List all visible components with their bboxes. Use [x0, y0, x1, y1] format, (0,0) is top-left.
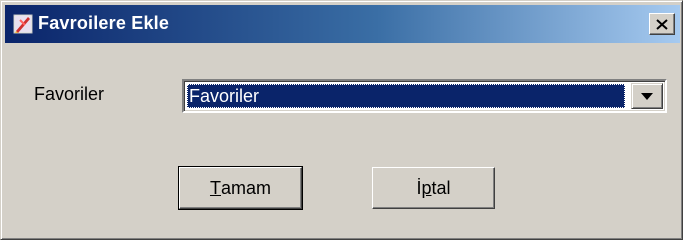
dropdown-arrow-button[interactable] — [631, 83, 663, 109]
ok-button-mnemonic: T — [209, 177, 221, 198]
dropdown-arrow-icon — [641, 87, 653, 105]
ok-button[interactable]: Tamam — [178, 166, 303, 210]
title-bar[interactable]: Favroilere Ekle — [5, 5, 680, 43]
cancel-button-mnemonic: p — [421, 177, 432, 198]
favorites-label: Favoriler — [34, 84, 105, 104]
favorites-dropdown-value[interactable]: Favoriler — [187, 84, 625, 108]
favorites-dropdown[interactable]: Favoriler — [182, 79, 667, 113]
dialog-window: Favroilere Ekle Favoriler Favoriler Tama… — [0, 0, 683, 240]
cancel-button[interactable]: İp tal — [372, 167, 495, 209]
cancel-button-label: tal — [431, 177, 451, 198]
favorites-app-icon — [13, 14, 33, 34]
window-title: Favroilere Ekle — [38, 13, 170, 33]
ok-button-label: amam — [220, 177, 271, 198]
close-icon — [656, 18, 668, 30]
close-button[interactable] — [649, 13, 675, 35]
